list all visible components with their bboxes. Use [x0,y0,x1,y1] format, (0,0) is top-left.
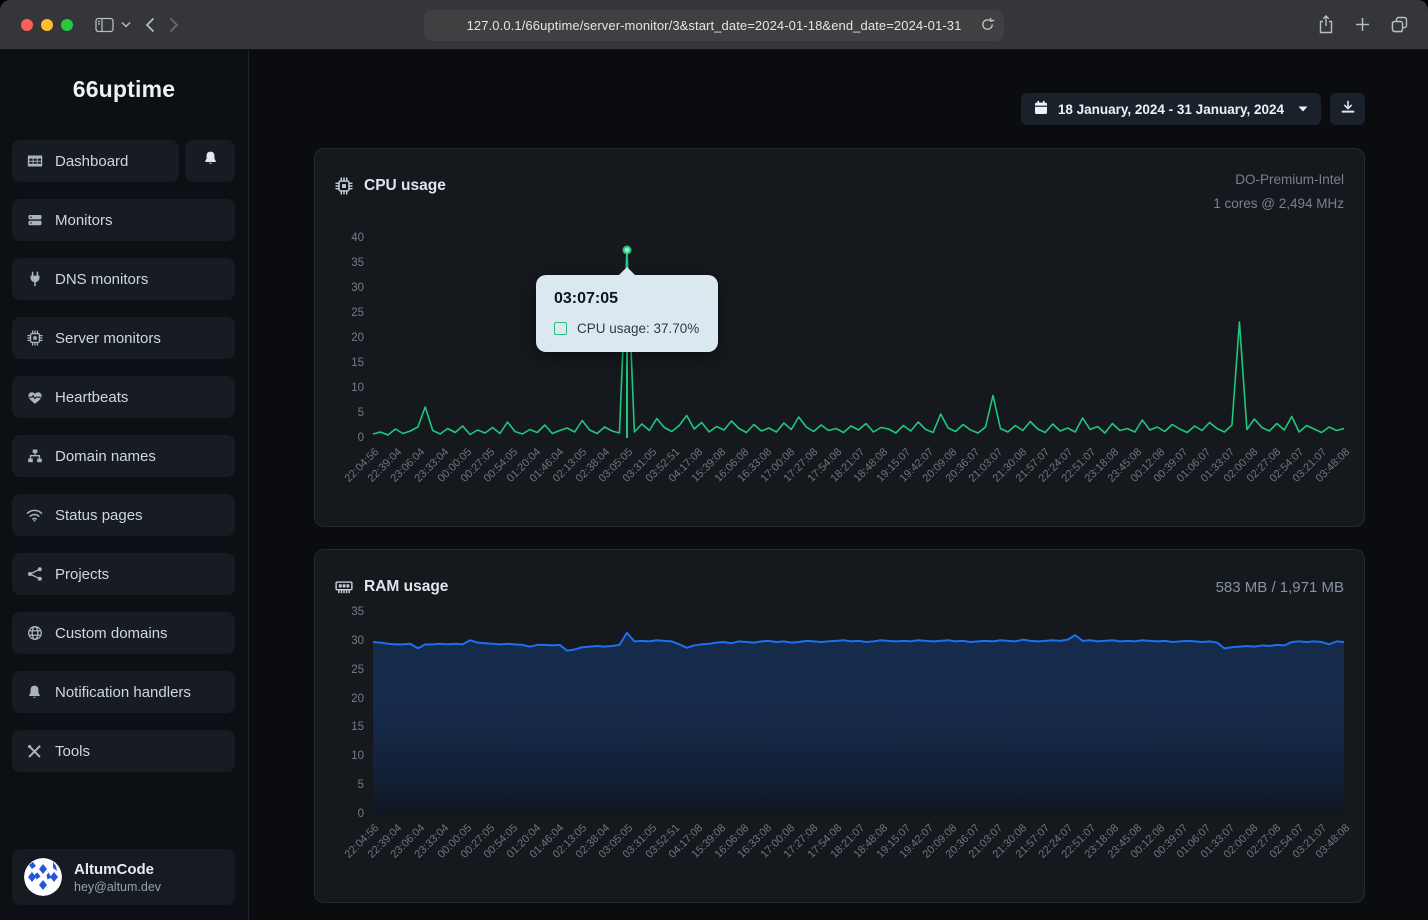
sidebar-item-domain-names[interactable]: Domain names [12,435,235,477]
tooltip-value: CPU usage: 37.70% [577,321,699,336]
url-bar[interactable]: 127.0.0.1/66uptime/server-monitor/3&star… [424,10,1004,41]
sidebar-chevron-down-icon[interactable] [121,21,131,28]
browser-chrome: 127.0.0.1/66uptime/server-monitor/3&star… [0,0,1428,50]
user-name: AltumCode [74,861,161,878]
sidebar-item-dashboard[interactable]: Dashboard [12,140,179,182]
sidebar-item-label: Monitors [55,212,113,229]
download-button[interactable] [1330,93,1365,125]
tools-icon [26,744,43,759]
url-text: 127.0.0.1/66uptime/server-monitor/3&star… [467,18,962,33]
sitemap-icon [26,448,43,464]
sidebar-item-heartbeats[interactable]: Heartbeats [12,376,235,418]
card-title: RAM usage [364,578,448,596]
sidebar-item-label: Notification handlers [55,684,191,701]
cpu-usage-card: CPU usage DO-Premium-Intel 1 cores @ 2,4… [314,148,1365,527]
sidebar-item-custom-domains[interactable]: Custom domains [12,612,235,654]
chevron-down-icon [1298,106,1308,112]
sidebar-item-label: Heartbeats [55,389,128,406]
heart-pulse-icon [26,390,43,405]
cpu-chip-icon [335,177,353,195]
new-tab-plus-icon[interactable] [1355,17,1370,32]
app-logo: 66uptime [0,76,248,103]
user-email: hey@altum.dev [74,880,161,894]
ram-usage-value: 583 MB / 1,971 MB [1216,569,1344,596]
monitors-icon [26,212,43,228]
user-card[interactable]: AltumCode hey@altum.dev [12,849,235,905]
back-button[interactable] [145,17,155,33]
cpu-chart: 0510152025303540 03:07:05 CPU usage: 37.… [335,238,1344,526]
sidebar-item-label: Dashboard [55,153,128,170]
ram-plot-area[interactable] [373,612,1344,814]
ram-usage-card: RAM usage 583 MB / 1,971 MB 051015202530… [314,549,1365,903]
cpu-chip-icon [26,330,43,346]
plug-icon [26,271,43,287]
browser-window: 127.0.0.1/66uptime/server-monitor/3&star… [0,0,1428,920]
tooltip-time: 03:07:05 [554,290,700,308]
sidebar-item-projects[interactable]: Projects [12,553,235,595]
calendar-icon [1034,100,1048,118]
sidebar-item-server-monitors[interactable]: Server monitors [12,317,235,359]
sidebar-item-label: Projects [55,566,109,583]
sidebar-item-label: Server monitors [55,330,161,347]
cpu-y-axis: 0510152025303540 [335,238,373,438]
avatar [24,858,62,896]
cpu-x-axis: 22:04:5622:39:0423:06:0423:33:0400:00:05… [373,438,1344,526]
globe-icon [26,625,43,641]
sidebar-item-dns-monitors[interactable]: DNS monitors [12,258,235,300]
maximize-window-button[interactable] [61,19,73,31]
sidebar-item-tools[interactable]: Tools [12,730,235,772]
sidebar-item-label: Custom domains [55,625,168,642]
minimize-window-button[interactable] [41,19,53,31]
ram-icon [335,579,353,595]
ram-x-axis: 22:04:5622:39:0423:06:0423:33:0400:00:05… [373,814,1344,902]
series-swatch [554,322,567,335]
reload-icon[interactable] [980,16,995,38]
date-range-label: 18 January, 2024 - 31 January, 2024 [1058,102,1284,117]
main-content: 18 January, 2024 - 31 January, 2024 [249,50,1428,920]
sidebar-item-monitors[interactable]: Monitors [12,199,235,241]
download-icon [1341,100,1355,119]
chart-tooltip: 03:07:05 CPU usage: 37.70% [536,275,718,352]
share-nodes-icon [26,566,43,582]
sidebar: 66uptime Dashboard [0,50,249,920]
close-window-button[interactable] [21,19,33,31]
card-title: CPU usage [364,177,446,195]
hover-point-marker [622,245,631,254]
grid-icon [26,153,43,169]
forward-button[interactable] [169,17,179,33]
ram-y-axis: 05101520253035 [335,612,373,814]
cpu-plot-area[interactable]: 03:07:05 CPU usage: 37.70% [373,238,1344,438]
sidebar-item-label: Domain names [55,448,156,465]
server-name: DO-Premium-Intel [1213,168,1344,192]
sidebar-item-label: Status pages [55,507,143,524]
wifi-icon [26,508,43,522]
bell-icon [26,684,43,701]
ram-chart: 05101520253035 22:04:5622:39:0423:06:042 [335,612,1344,902]
sidebar-item-status-pages[interactable]: Status pages [12,494,235,536]
date-range-picker[interactable]: 18 January, 2024 - 31 January, 2024 [1021,93,1321,125]
traffic-lights [21,19,73,31]
sidebar-item-label: Tools [55,743,90,760]
sidebar-toggle-icon[interactable] [95,17,114,33]
bell-icon [203,150,218,172]
share-icon[interactable] [1318,15,1334,34]
sidebar-item-label: DNS monitors [55,271,148,288]
tab-overview-icon[interactable] [1391,16,1408,33]
server-specs: 1 cores @ 2,494 MHz [1213,192,1344,216]
notifications-bell-button[interactable] [185,140,235,182]
sidebar-item-notification-handlers[interactable]: Notification handlers [12,671,235,713]
